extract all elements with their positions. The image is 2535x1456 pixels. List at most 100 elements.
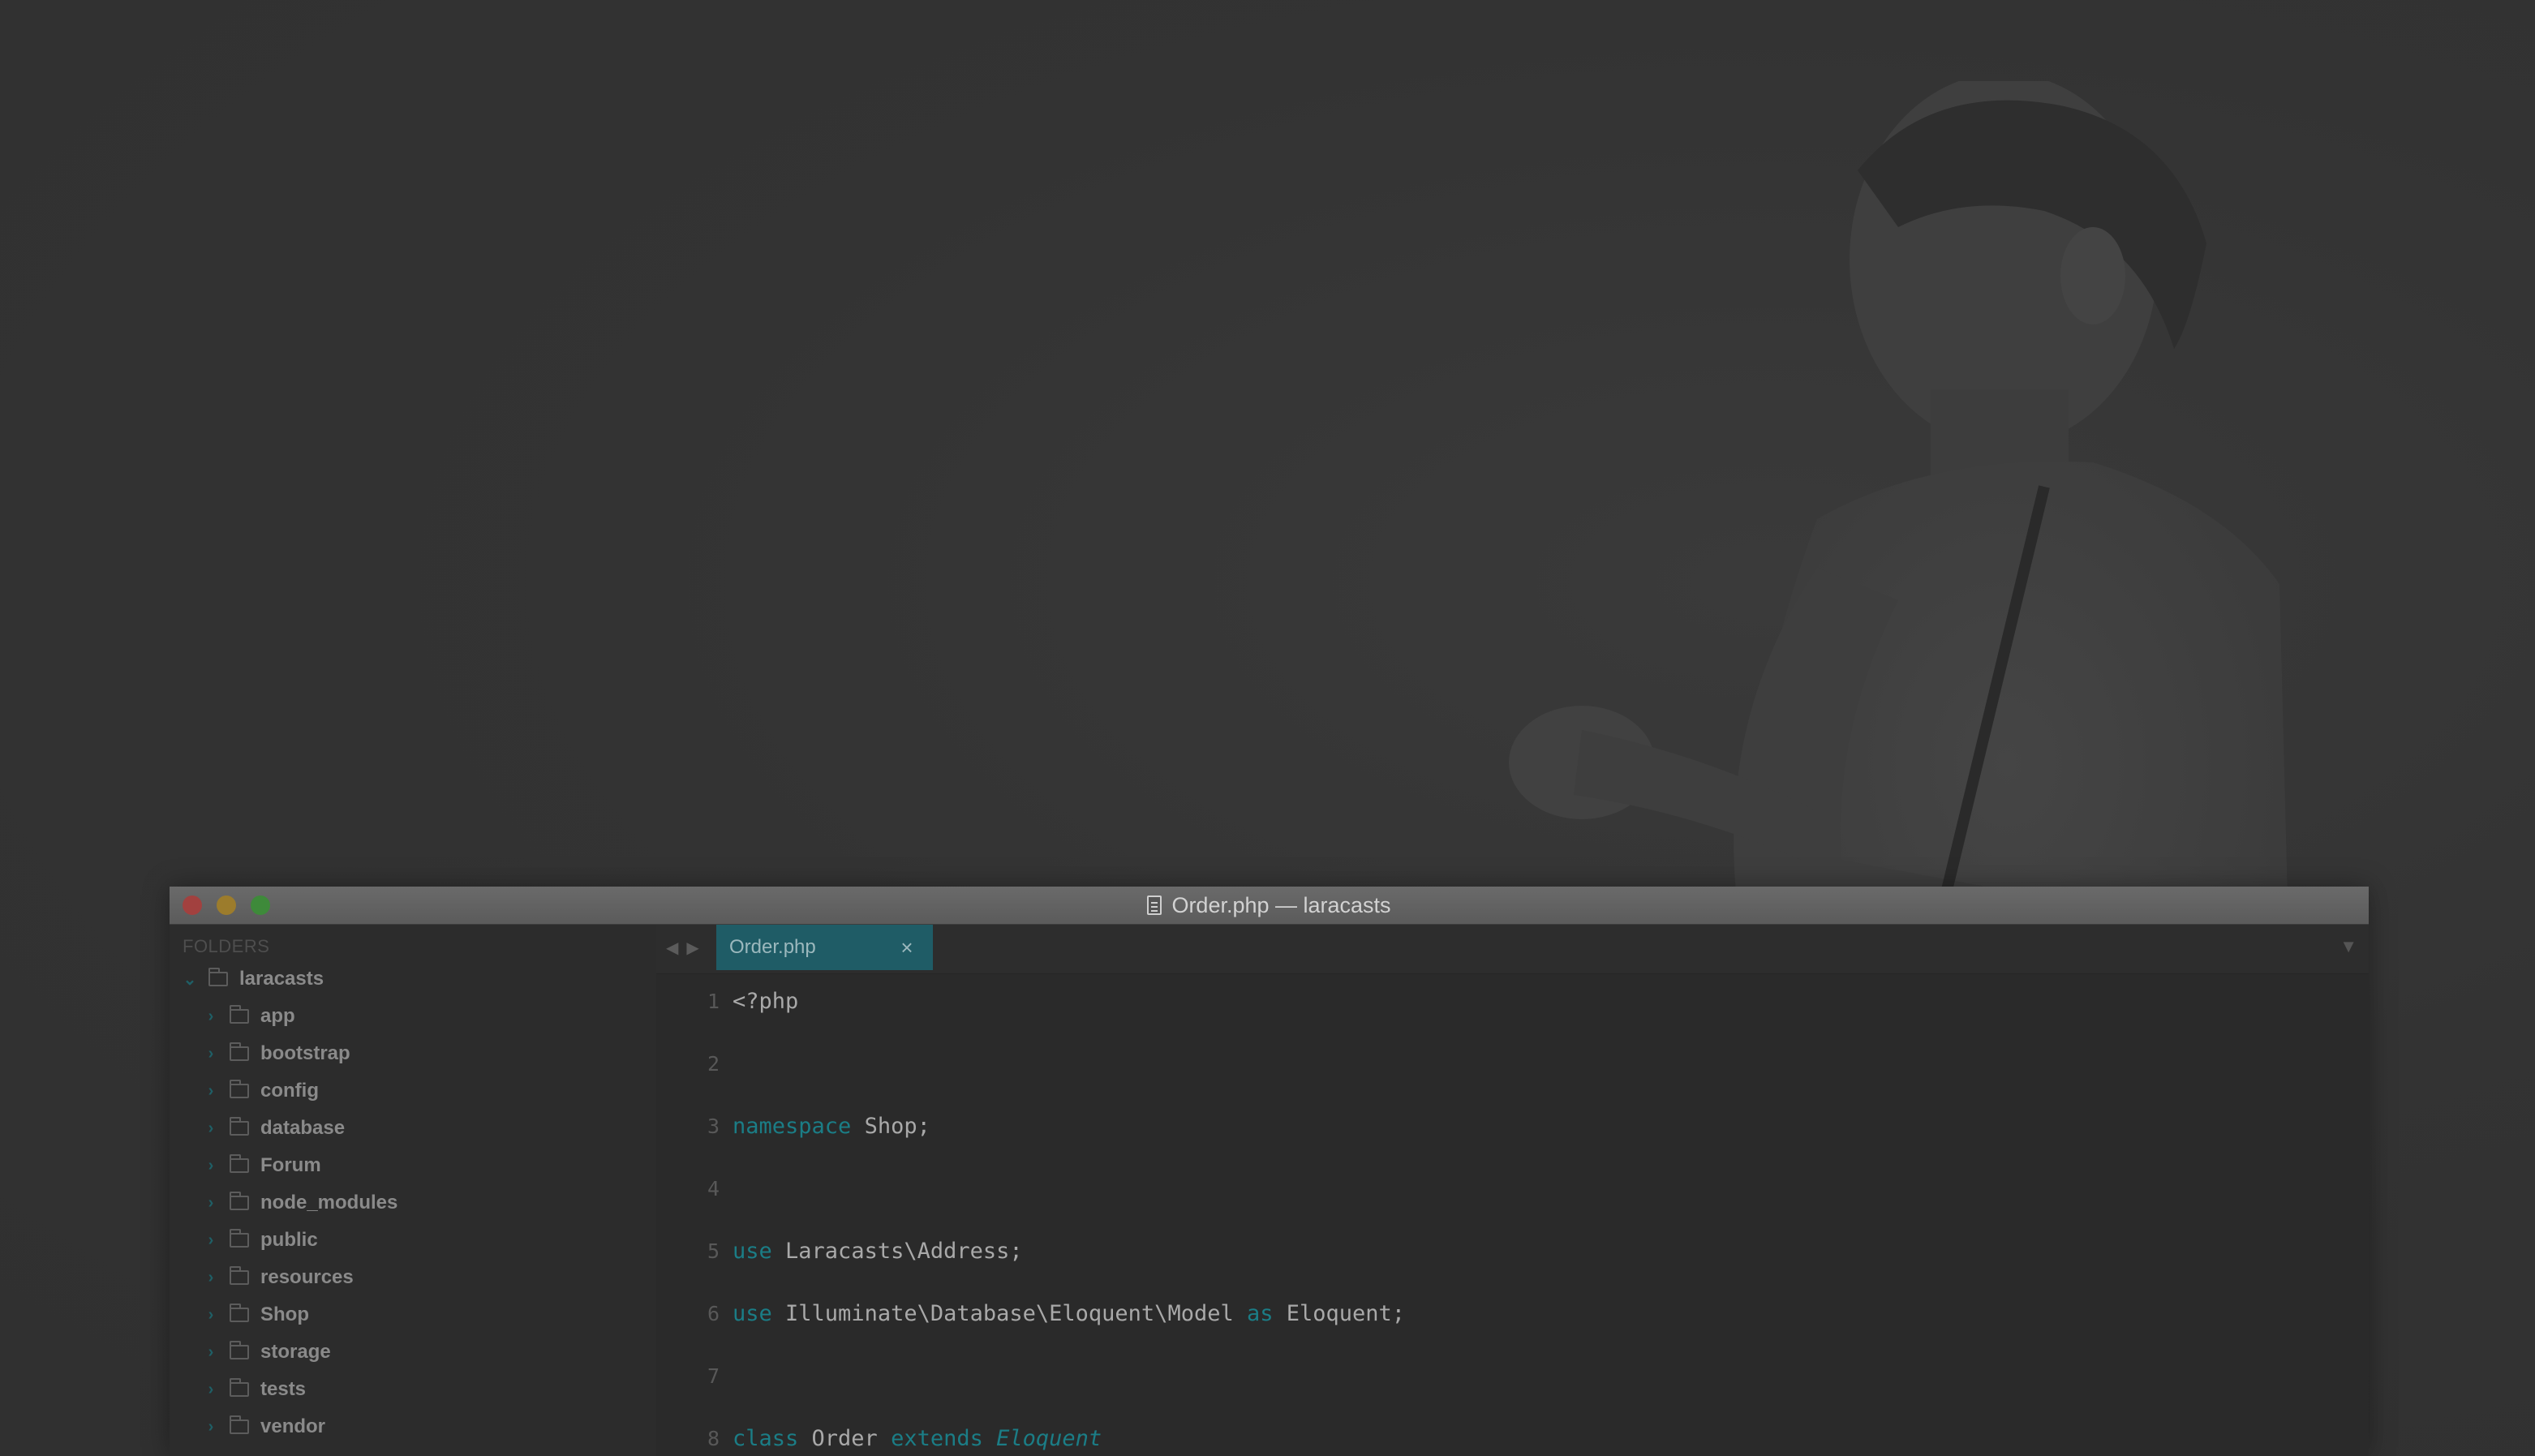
tree-root-label: laracasts (239, 968, 324, 990)
code-token: Laracasts\Address; (771, 1238, 1023, 1264)
sidebar-item-config[interactable]: › config (170, 1072, 656, 1110)
editor-window: Order.php — laracasts FOLDERS ⌄ laracast… (170, 887, 2369, 1456)
line-number: 3 (707, 1114, 720, 1138)
sidebar-item-label: Shop (260, 1304, 309, 1325)
code-token: extends (891, 1425, 983, 1451)
chevron-right-icon[interactable]: › (202, 1231, 220, 1249)
code-line[interactable]: 3 namespace Shop; (656, 1110, 930, 1142)
sidebar-item-label: config (260, 1080, 319, 1102)
tab-bar: ◀ ▶ Order.php × ▼ (656, 925, 2369, 974)
code-token: <?php (733, 988, 799, 1014)
window-title: Order.php — laracasts (1171, 892, 1391, 917)
folder-icon (230, 1266, 249, 1285)
code-token: Eloquent; (1273, 1300, 1406, 1326)
tab-order-php[interactable]: Order.php × (716, 925, 933, 970)
editor-body: FOLDERS ⌄ laracasts › app › bootstrap › confi… (170, 925, 2369, 1456)
close-icon[interactable]: × (896, 935, 918, 960)
folder-icon (230, 1154, 249, 1173)
sidebar-item-resources[interactable]: › resources (170, 1259, 656, 1296)
code-editor[interactable]: ◀ ▶ Order.php × ▼ 1 <?php 2 3 namespace Shop… (656, 925, 2369, 1456)
code-token: use (733, 1300, 772, 1326)
code-line[interactable]: 1 <?php (656, 985, 798, 1017)
folder-icon (230, 1415, 249, 1434)
sidebar-item-bootstrap[interactable]: › bootstrap (170, 1035, 656, 1072)
code-line[interactable]: 2 (656, 1047, 733, 1080)
sidebar-item-vendor[interactable]: › vendor (170, 1408, 656, 1445)
line-number: 4 (707, 1176, 720, 1200)
folder-icon (208, 968, 228, 986)
code-token: as (1246, 1300, 1274, 1326)
folder-icon (230, 1378, 249, 1397)
chevron-right-icon[interactable]: › (202, 1269, 220, 1286)
chevron-right-icon[interactable]: › (202, 1045, 220, 1063)
code-token: Eloquent (996, 1425, 1102, 1451)
sidebar-item-node-modules[interactable]: › node_modules (170, 1184, 656, 1222)
sidebar-item-shop[interactable]: › Shop (170, 1296, 656, 1334)
sidebar-item-label: bootstrap (260, 1042, 350, 1064)
sidebar-item-storage[interactable]: › storage (170, 1334, 656, 1371)
window-title-group: Order.php — laracasts (170, 887, 2369, 924)
folder-icon (230, 1117, 249, 1136)
code-line[interactable]: 8 class Order extends Eloquent (656, 1422, 1102, 1454)
chevron-down-icon[interactable]: ⌄ (181, 970, 199, 989)
folder-icon (230, 1341, 249, 1359)
code-token: Order (798, 1425, 892, 1451)
sidebar-item-database[interactable]: › database (170, 1110, 656, 1147)
sidebar-item-label: vendor (260, 1415, 326, 1437)
code-token: Shop; (851, 1113, 930, 1139)
tab-dropdown-icon[interactable]: ▼ (2340, 936, 2357, 957)
chevron-right-icon[interactable]: › (202, 1306, 220, 1324)
folder-icon (230, 1229, 249, 1248)
folder-icon (230, 1080, 249, 1098)
chevron-right-icon[interactable]: › (202, 1194, 220, 1212)
sidebar-item-label: app (260, 1005, 295, 1027)
sidebar-item-label: tests (260, 1378, 307, 1400)
folder-list: › app › bootstrap › config › database › Forum › nod… (170, 998, 656, 1445)
tab-next-icon[interactable]: ▶ (686, 938, 698, 958)
code-area[interactable]: 1 <?php 2 3 namespace Shop; 4 5 use Laracasts\A… (656, 973, 2369, 1456)
chevron-right-icon[interactable]: › (202, 1082, 220, 1100)
tab-prev-icon[interactable]: ◀ (666, 938, 678, 958)
line-number: 2 (707, 1051, 720, 1076)
sidebar-item-label: database (260, 1117, 346, 1139)
code-token: class (733, 1425, 799, 1451)
sidebar-item-label: public (260, 1229, 318, 1251)
sidebar: FOLDERS ⌄ laracasts › app › bootstrap › confi… (170, 925, 656, 1456)
chevron-right-icon[interactable]: › (202, 1381, 220, 1398)
sidebar-item-forum[interactable]: › Forum (170, 1147, 656, 1184)
chevron-right-icon[interactable]: › (202, 1157, 220, 1175)
chevron-right-icon[interactable]: › (202, 1007, 220, 1025)
sidebar-item-public[interactable]: › public (170, 1222, 656, 1259)
code-token: namespace (733, 1113, 852, 1139)
sidebar-item-label: Forum (260, 1154, 321, 1176)
code-token: use (733, 1238, 772, 1264)
code-token: Illuminate\Database\Eloquent\Model (771, 1300, 1247, 1326)
code-line[interactable]: 5 use Laracasts\Address; (656, 1235, 1023, 1267)
chevron-right-icon[interactable]: › (202, 1418, 220, 1436)
sidebar-item-label: resources (260, 1266, 354, 1288)
page: Order.php — laracasts FOLDERS ⌄ laracast… (0, 0, 2535, 1456)
sidebar-item-tests[interactable]: › tests (170, 1371, 656, 1408)
code-line[interactable]: 7 (656, 1359, 733, 1392)
file-icon (1147, 896, 1162, 915)
tab-nav: ◀ ▶ (666, 925, 699, 970)
tab-label: Order.php (729, 936, 816, 958)
line-number: 8 (707, 1426, 720, 1450)
sidebar-item-label: storage (260, 1341, 331, 1363)
chevron-right-icon[interactable]: › (202, 1343, 220, 1361)
code-line[interactable]: 4 (656, 1172, 733, 1205)
line-number: 6 (707, 1301, 720, 1325)
title-bar[interactable]: Order.php — laracasts (170, 887, 2369, 925)
folder-icon (230, 1304, 249, 1322)
line-number: 7 (707, 1364, 720, 1388)
folder-icon (230, 1005, 249, 1024)
line-number: 1 (707, 989, 720, 1013)
sidebar-item-app[interactable]: › app (170, 998, 656, 1035)
line-number: 5 (707, 1239, 720, 1263)
folders-header: FOLDERS (183, 936, 270, 956)
chevron-right-icon[interactable]: › (202, 1119, 220, 1137)
tree-root-laracasts[interactable]: ⌄ laracasts (170, 960, 656, 998)
folder-icon (230, 1042, 249, 1061)
code-line[interactable]: 6 use Illuminate\Database\Eloquent\Model … (656, 1297, 1405, 1329)
